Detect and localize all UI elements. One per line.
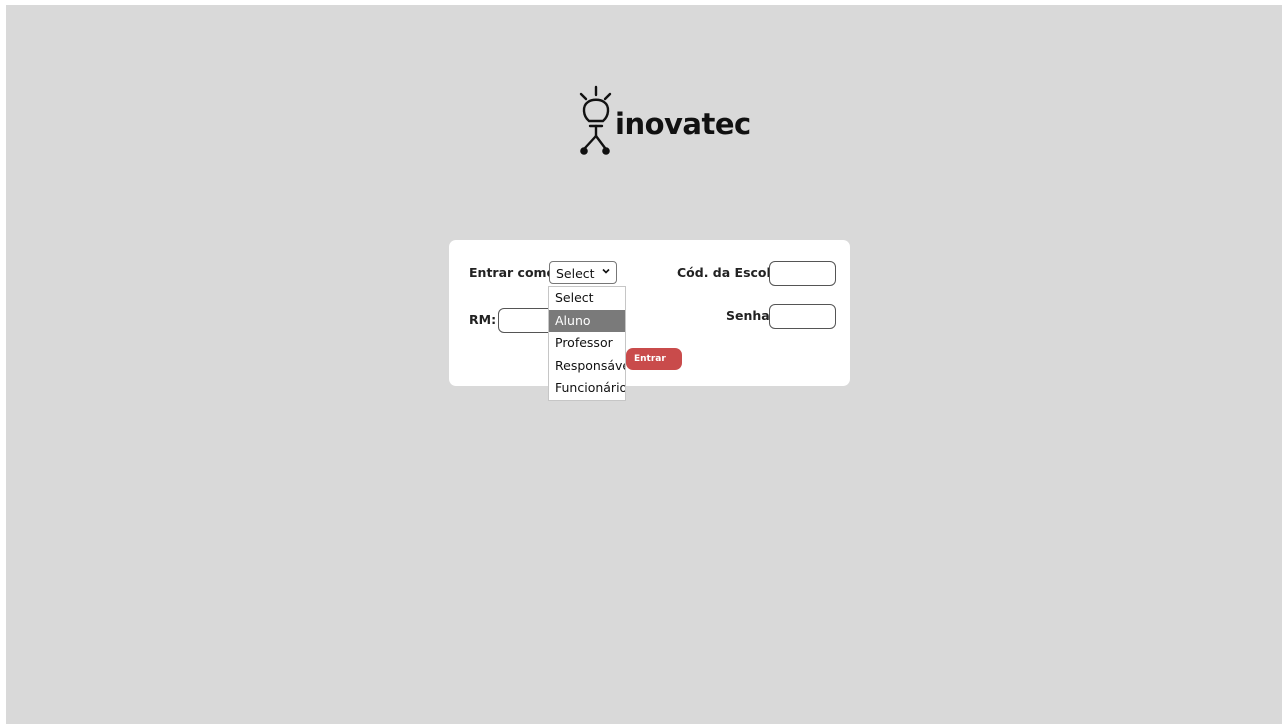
lightbulb-icon bbox=[579, 85, 612, 155]
enter-button[interactable]: Entrar bbox=[626, 348, 682, 370]
role-select-value: Select bbox=[556, 266, 595, 281]
role-option-select[interactable]: Select bbox=[549, 287, 625, 310]
role-label: Entrar como: bbox=[469, 265, 561, 280]
role-dropdown-list: Select Aluno Professor Responsável Funci… bbox=[548, 286, 626, 401]
role-option-aluno[interactable]: Aluno bbox=[549, 309, 625, 333]
page-background: inovatec Entrar como: Select Cód. da Esc… bbox=[6, 5, 1282, 724]
rm-label: RM: bbox=[469, 312, 497, 327]
password-input[interactable] bbox=[769, 304, 836, 329]
role-option-responsavel[interactable]: Responsável bbox=[549, 355, 625, 378]
login-card: Entrar como: Select Cód. da Escola: RM: … bbox=[449, 240, 850, 386]
role-select[interactable]: Select bbox=[549, 261, 617, 284]
role-option-funcionario[interactable]: Funcionário bbox=[549, 377, 625, 400]
chevron-down-icon bbox=[602, 268, 610, 274]
school-code-input[interactable] bbox=[769, 261, 836, 286]
role-option-professor[interactable]: Professor bbox=[549, 332, 625, 355]
brand-logo: inovatec bbox=[576, 85, 756, 165]
password-label: Senha: bbox=[726, 308, 775, 323]
brand-name: inovatec bbox=[615, 107, 751, 141]
